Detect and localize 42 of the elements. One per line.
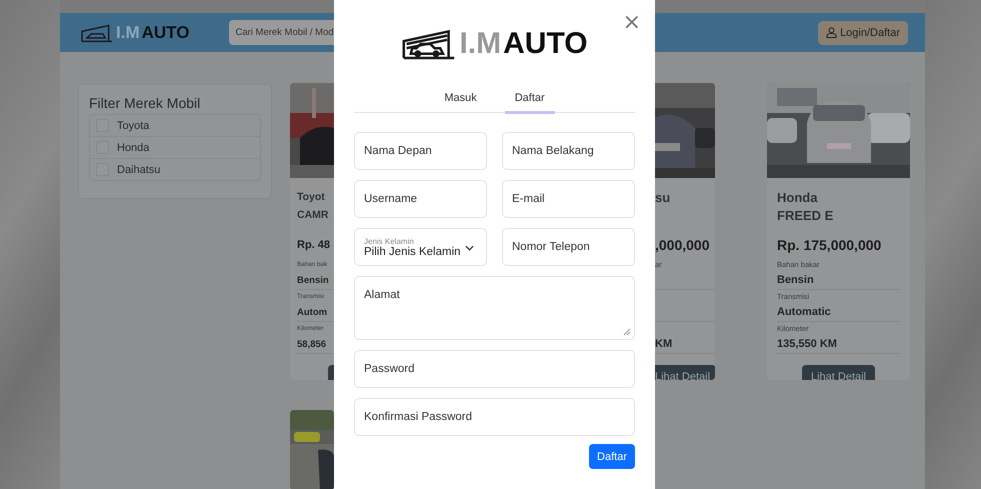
car-model: CAMR (297, 209, 328, 221)
car-price: ,000,000 (655, 237, 710, 253)
spec-value: 135,550 KM (777, 338, 837, 350)
resize-grip-icon (623, 328, 631, 336)
input-field[interactable]: Nama Depan (354, 132, 487, 170)
spec-value: 58,856 (297, 338, 326, 350)
input-field[interactable]: Password (354, 350, 635, 388)
logo: I.MAUTO (401, 24, 588, 64)
register-button[interactable]: Daftar (589, 444, 635, 469)
brand-label: Honda (117, 142, 150, 154)
select-field[interactable]: Jenis Kelamin Pilih Jenis Kelamin (354, 228, 487, 266)
close-button[interactable]: × (622, 12, 641, 34)
spec-value: Automatic (777, 306, 831, 318)
tab[interactable]: Masuk (434, 88, 487, 114)
car-price: Rp. 175,000,000 (777, 237, 882, 253)
spec-value: Bensin (777, 274, 814, 286)
brand-label: Toyota (117, 120, 150, 132)
filter-title: Filter Merek Mobil (89, 95, 202, 111)
tab[interactable]: Daftar (504, 88, 555, 114)
input-field[interactable]: E-mail (502, 180, 635, 218)
brand-label: Daihatsu (117, 164, 160, 176)
login-button[interactable]: Login/Daftar (818, 20, 908, 44)
car-model: FREED E (777, 208, 834, 222)
input-field[interactable]: Username (354, 180, 487, 218)
input-field[interactable]: Nomor Telepon (502, 228, 635, 266)
chevron-icon (465, 245, 474, 251)
car-brand: su (655, 190, 670, 204)
address-field[interactable]: Alamat (354, 276, 635, 340)
input-field[interactable]: Konfirmasi Password (354, 398, 635, 436)
field-label: Jenis Kelamin (364, 236, 414, 246)
car-price: Rp. 48 (297, 239, 330, 251)
user-icon (826, 27, 838, 38)
spec-value: Bensin (297, 274, 329, 286)
car-brand: Honda (777, 190, 818, 204)
garage-car-icon (80, 22, 114, 42)
spec-value: Autom (297, 306, 328, 318)
search-field[interactable]: Cari Merek Mobil / Mod (229, 20, 334, 45)
car-brand: Toyot (297, 191, 325, 203)
detail-button[interactable]: Lihat Detail (802, 365, 876, 380)
detail-button[interactable]: Lihat Detail (655, 365, 715, 380)
input-field[interactable]: Nama Belakang (502, 132, 635, 170)
spec-value: KM (655, 338, 672, 350)
